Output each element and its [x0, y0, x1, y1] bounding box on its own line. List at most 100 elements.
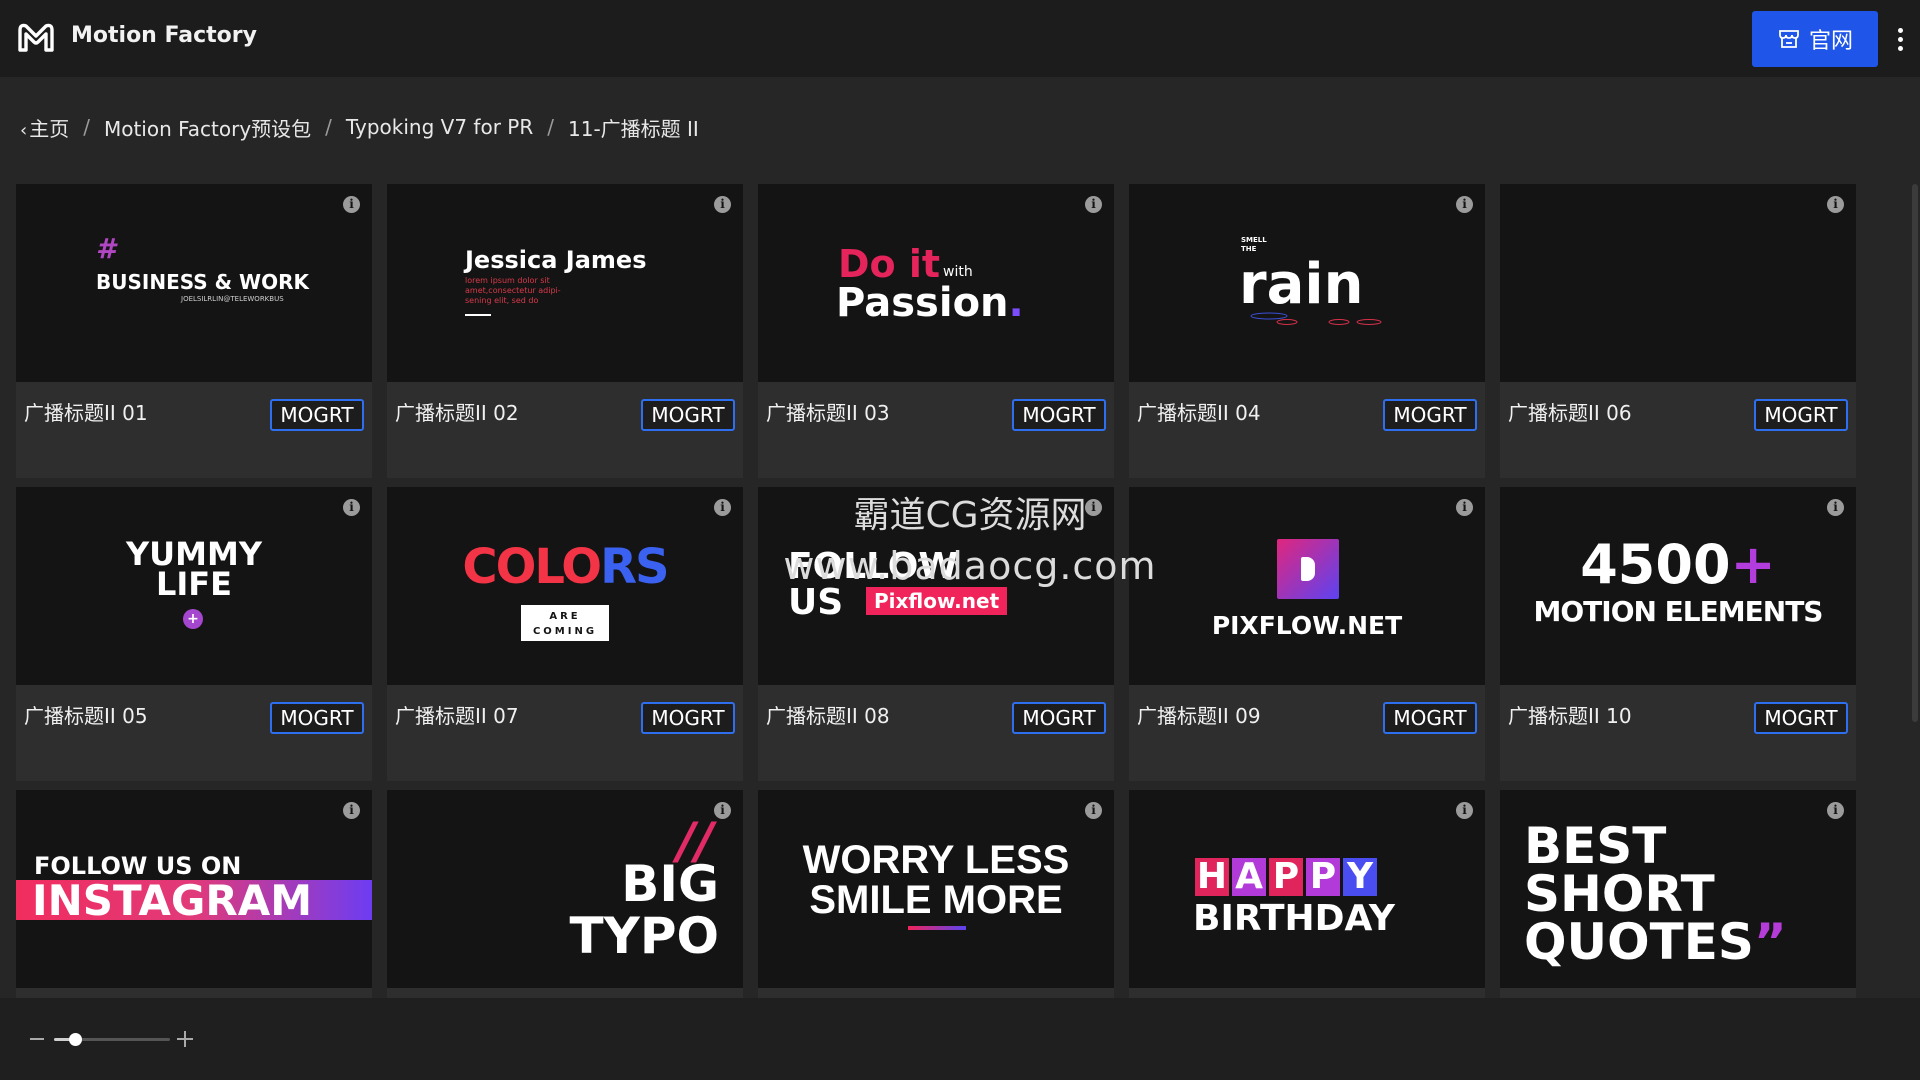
thumb-text-block: 4500+ [1500, 533, 1856, 596]
thumb-text: P [1306, 858, 1340, 896]
thumb-text: P [1269, 858, 1303, 896]
app-title: Motion Factory [71, 23, 257, 48]
thumb-text: with [943, 264, 973, 280]
info-icon[interactable]: i [714, 196, 731, 213]
template-thumbnail: Do it with Passion. [758, 184, 1114, 382]
info-icon[interactable]: i [343, 196, 360, 213]
zoom-in-button[interactable] [177, 1031, 193, 1047]
breadcrumb-separator: / [325, 115, 332, 139]
zoom-out-button[interactable] [30, 1038, 44, 1040]
template-card[interactable]: YUMMY LIFE + i 广播标题II 05 MOGRT [16, 487, 372, 781]
thumb-text: Y [1343, 858, 1377, 896]
thumb-text: COLO [462, 539, 602, 595]
thumb-text: amet,consectetur adipi- [465, 286, 561, 295]
template-thumbnail [1500, 184, 1856, 382]
zoom-slider-thumb[interactable] [68, 1033, 82, 1046]
mogrt-badge[interactable]: MOGRT [641, 702, 735, 734]
thumb-text: Pixflow.net [866, 587, 1008, 615]
info-icon[interactable]: i [1456, 196, 1473, 213]
template-card[interactable]: H A P P Y BIRTHDAY i [1129, 790, 1485, 998]
template-title: 广播标题II 10 [1508, 704, 1632, 728]
thumb-text: BIRTHDAY [1193, 898, 1395, 939]
template-thumbnail: BEST SHORT QUOTES” [1500, 790, 1856, 988]
template-title: 广播标题II 09 [1137, 704, 1261, 728]
thumb-text: 4500 [1580, 533, 1731, 596]
thumb-text: Jessica James [465, 246, 647, 274]
mogrt-badge[interactable]: MOGRT [270, 702, 364, 734]
template-card[interactable]: # BUSINESS & WORK JOELSILRLIN@TELEWORKBU… [16, 184, 372, 478]
thumb-text: COMING [532, 626, 598, 637]
mogrt-badge[interactable]: MOGRT [270, 399, 364, 431]
info-icon[interactable]: i [343, 802, 360, 819]
thumb-text: US [788, 582, 844, 623]
info-icon[interactable]: i [1085, 802, 1102, 819]
more-dot-icon [1897, 45, 1903, 51]
template-card[interactable]: Do it with Passion. i 广播标题II 03 MOGRT [758, 184, 1114, 478]
template-card[interactable]: Jessica James lorem ipsum dolor sit amet… [387, 184, 743, 478]
mogrt-badge[interactable]: MOGRT [1754, 399, 1848, 431]
info-icon[interactable]: i [1827, 196, 1844, 213]
template-card[interactable]: // BIG TYPO i [387, 790, 743, 998]
breadcrumb-current[interactable]: 11-广播标题 II [568, 113, 699, 142]
top-bar: Motion Factory 官网 [0, 0, 1920, 77]
info-icon[interactable]: i [343, 499, 360, 516]
mogrt-badge[interactable]: MOGRT [1012, 399, 1106, 431]
info-icon[interactable]: i [1456, 499, 1473, 516]
template-thumbnail: FOLLOW US Pixflow.net [758, 487, 1114, 685]
breadcrumb: ‹ 主页 / Motion Factory预设包 / Typoking V7 fo… [20, 112, 699, 142]
official-site-label: 官网 [1808, 29, 1853, 54]
more-dot-icon [1897, 27, 1903, 33]
motion-factory-logo-icon [18, 23, 54, 52]
template-card[interactable]: BEST SHORT QUOTES” i [1500, 790, 1856, 998]
template-title: 广播标题II 03 [766, 401, 890, 425]
thumb-text: FOLLOW [788, 546, 959, 587]
bottom-bar [0, 998, 1920, 1080]
thumb-text-block: BIG TYPO [570, 858, 719, 962]
breadcrumb-preset-pack[interactable]: Motion Factory预设包 [104, 113, 311, 142]
mogrt-badge[interactable]: MOGRT [1383, 399, 1477, 431]
thumb-text: PIXFLOW.NET [1211, 611, 1403, 640]
template-title: 广播标题II 01 [24, 401, 148, 425]
template-card[interactable]: SMELL THE rain i 广播标题II 04 MOGRT [1129, 184, 1485, 478]
breadcrumb-separator: / [83, 115, 90, 139]
mogrt-badge[interactable]: MOGRT [1754, 702, 1848, 734]
info-icon[interactable]: i [1085, 196, 1102, 213]
mogrt-badge[interactable]: MOGRT [641, 399, 735, 431]
template-thumbnail: COLORS ARE COMING [387, 487, 743, 685]
template-title: 广播标题II 08 [766, 704, 890, 728]
info-icon[interactable]: i [1456, 802, 1473, 819]
template-thumbnail: 4500+ MOTION ELEMENTS [1500, 487, 1856, 685]
template-card[interactable]: FOLLOW US ON INSTAGRAM i [16, 790, 372, 998]
template-card[interactable]: 4500+ MOTION ELEMENTS i 广播标题II 10 MOGRT [1500, 487, 1856, 781]
mogrt-badge[interactable]: MOGRT [1383, 702, 1477, 734]
breadcrumb-home[interactable]: ‹ 主页 [20, 113, 69, 142]
breadcrumb-home-label: 主页 [29, 116, 70, 141]
vertical-scrollbar[interactable] [1912, 184, 1918, 722]
thumb-text-block: lorem ipsum dolor sit amet,consectetur a… [465, 276, 561, 306]
zoom-slider[interactable] [54, 1033, 170, 1046]
more-menu-button[interactable] [1890, 22, 1910, 56]
thumb-text: RS [600, 539, 670, 595]
thumb-text: QUOTES [1524, 913, 1754, 971]
template-card[interactable]: PIXFLOW.NET i 广播标题II 09 MOGRT [1129, 487, 1485, 781]
official-site-button[interactable]: 官网 [1752, 11, 1878, 67]
thumb-text: + [1730, 533, 1776, 596]
thumb-decoration [1250, 312, 1382, 325]
template-card[interactable]: COLORS ARE COMING i 广播标题II 07 MOGRT [387, 487, 743, 781]
template-card[interactable]: i 广播标题II 06 MOGRT [1500, 184, 1856, 478]
template-card[interactable]: WORRY LESS SMILE MORE i [758, 790, 1114, 998]
info-icon[interactable]: i [1827, 802, 1844, 819]
thumb-text: A [1232, 858, 1266, 896]
mogrt-badge[interactable]: MOGRT [1012, 702, 1106, 734]
template-thumbnail: YUMMY LIFE + [16, 487, 372, 685]
thumb-text-block: ARE COMING [521, 605, 609, 641]
breadcrumb-typoking[interactable]: Typoking V7 for PR [346, 115, 533, 139]
chevron-left-icon: ‹ [20, 119, 28, 141]
info-icon[interactable]: i [1085, 499, 1102, 516]
breadcrumb-separator: / [547, 115, 554, 139]
info-icon[interactable]: i [714, 802, 731, 819]
info-icon[interactable]: i [714, 499, 731, 516]
thumb-text: BUSINESS & WORK [96, 270, 309, 294]
info-icon[interactable]: i [1827, 499, 1844, 516]
template-card[interactable]: FOLLOW US Pixflow.net i 广播标题II 08 MOGRT [758, 487, 1114, 781]
